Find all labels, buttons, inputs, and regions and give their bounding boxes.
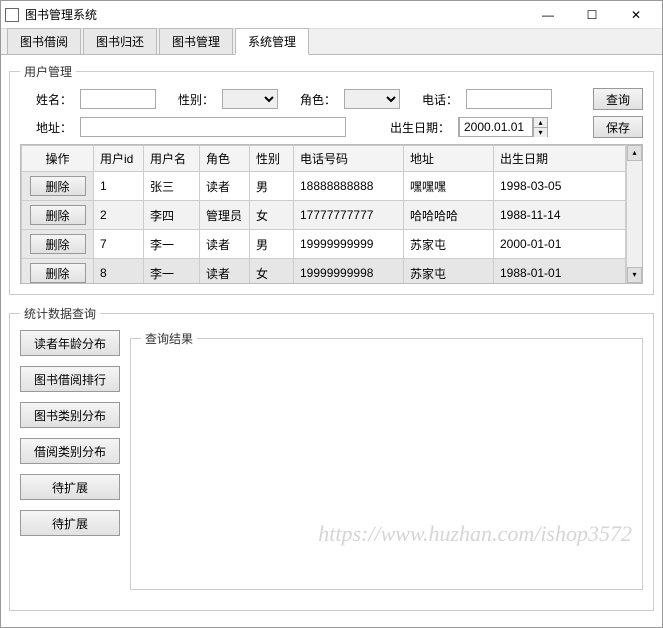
window-title: 图书管理系统 — [25, 6, 526, 23]
birth-date-input[interactable] — [459, 117, 533, 137]
delete-button[interactable]: 删除 — [30, 205, 86, 225]
delete-button[interactable]: 删除 — [30, 263, 86, 283]
col-phone: 电话号码 — [294, 146, 404, 172]
label-address: 地址： — [20, 119, 72, 136]
cell-id: 1 — [94, 172, 144, 201]
cell-gender: 女 — [250, 201, 294, 230]
app-icon — [5, 8, 19, 22]
phone-input[interactable] — [466, 89, 552, 109]
stats-button-3[interactable]: 借阅类别分布 — [20, 438, 120, 464]
stats-button-4[interactable]: 待扩展 — [20, 474, 120, 500]
tab-book-manage[interactable]: 图书管理 — [159, 28, 233, 55]
scroll-up-icon[interactable]: ▴ — [627, 145, 642, 161]
cell-id: 2 — [94, 201, 144, 230]
cell-address: 哈哈哈哈 — [404, 201, 494, 230]
cell-id: 8 — [94, 259, 144, 284]
role-select[interactable] — [344, 89, 400, 109]
table-row[interactable]: 删除 1张三读者男18888888888嘿嘿嘿1998-03-05 — [22, 172, 626, 201]
label-gender: 性别： — [162, 91, 214, 108]
cell-name: 张三 — [144, 172, 200, 201]
stats-legend: 统计数据查询 — [20, 305, 100, 322]
col-id: 用户id — [94, 146, 144, 172]
col-gender: 性别 — [250, 146, 294, 172]
tab-content: 用户管理 姓名： 性别： 角色： 电话： 查询 地址： 出生日期： — [1, 55, 662, 627]
query-button[interactable]: 查询 — [593, 88, 643, 110]
label-phone: 电话： — [406, 91, 458, 108]
cell-gender: 男 — [250, 230, 294, 259]
col-name: 用户名 — [144, 146, 200, 172]
spin-down-icon[interactable]: ▾ — [534, 128, 547, 137]
label-birth: 出生日期： — [378, 119, 450, 136]
stats-button-column: 读者年龄分布图书借阅排行图书类别分布借阅类别分布待扩展待扩展 — [20, 330, 120, 600]
cell-gender: 男 — [250, 172, 294, 201]
table-row[interactable]: 删除 7李一读者男19999999999苏家屯2000-01-01 — [22, 230, 626, 259]
form-row-1: 姓名： 性别： 角色： 电话： 查询 — [20, 88, 643, 110]
gender-select[interactable] — [222, 89, 278, 109]
form-row-2: 地址： 出生日期： ▴ ▾ 保存 — [20, 116, 643, 138]
delete-button[interactable]: 删除 — [30, 176, 86, 196]
col-birth: 出生日期 — [494, 146, 626, 172]
cell-phone: 19999999998 — [294, 259, 404, 284]
scroll-down-icon[interactable]: ▾ — [627, 267, 642, 283]
user-management-group: 用户管理 姓名： 性别： 角色： 电话： 查询 地址： 出生日期： — [9, 63, 654, 295]
col-op: 操作 — [22, 146, 94, 172]
minimize-button[interactable]: — — [526, 1, 570, 29]
stats-button-2[interactable]: 图书类别分布 — [20, 402, 120, 428]
app-window: 图书管理系统 — ☐ ✕ 图书借阅 图书归还 图书管理 系统管理 用户管理 姓名… — [0, 0, 663, 628]
cell-birth: 1998-03-05 — [494, 172, 626, 201]
cell-address: 苏家屯 — [404, 230, 494, 259]
birth-date-field[interactable]: ▴ ▾ — [458, 117, 548, 137]
tab-strip: 图书借阅 图书归还 图书管理 系统管理 — [1, 29, 662, 55]
user-management-legend: 用户管理 — [20, 63, 76, 80]
label-role: 角色： — [284, 91, 336, 108]
stats-button-5[interactable]: 待扩展 — [20, 510, 120, 536]
cell-birth: 2000-01-01 — [494, 230, 626, 259]
cell-name: 李一 — [144, 230, 200, 259]
table-row[interactable]: 删除 2李四管理员女17777777777哈哈哈哈1988-11-14 — [22, 201, 626, 230]
col-role: 角色 — [200, 146, 250, 172]
cell-role: 读者 — [200, 230, 250, 259]
close-button[interactable]: ✕ — [614, 1, 658, 29]
tab-book-return[interactable]: 图书归还 — [83, 28, 157, 55]
results-legend: 查询结果 — [141, 330, 197, 347]
name-input[interactable] — [80, 89, 156, 109]
table-scrollbar[interactable]: ▴ ▾ — [626, 145, 642, 283]
tab-book-borrow[interactable]: 图书借阅 — [7, 28, 81, 55]
spin-up-icon[interactable]: ▴ — [534, 118, 547, 128]
label-name: 姓名： — [20, 91, 72, 108]
cell-address: 苏家屯 — [404, 259, 494, 284]
cell-role: 读者 — [200, 259, 250, 284]
stats-button-1[interactable]: 图书借阅排行 — [20, 366, 120, 392]
cell-role: 读者 — [200, 172, 250, 201]
user-table-wrap: 操作 用户id 用户名 角色 性别 电话号码 地址 出生日期 删除1张三读者男1… — [20, 144, 643, 284]
delete-button[interactable]: 删除 — [30, 234, 86, 254]
cell-birth: 1988-01-01 — [494, 259, 626, 284]
cell-birth: 1988-11-14 — [494, 201, 626, 230]
maximize-button[interactable]: ☐ — [570, 1, 614, 29]
cell-role: 管理员 — [200, 201, 250, 230]
cell-phone: 18888888888 — [294, 172, 404, 201]
cell-id: 7 — [94, 230, 144, 259]
cell-phone: 17777777777 — [294, 201, 404, 230]
cell-name: 李一 — [144, 259, 200, 284]
results-group: 查询结果 — [130, 330, 643, 590]
col-address: 地址 — [404, 146, 494, 172]
user-table: 操作 用户id 用户名 角色 性别 电话号码 地址 出生日期 删除1张三读者男1… — [21, 145, 626, 283]
cell-name: 李四 — [144, 201, 200, 230]
table-header-row: 操作 用户id 用户名 角色 性别 电话号码 地址 出生日期 — [22, 146, 626, 172]
title-bar: 图书管理系统 — ☐ ✕ — [1, 1, 662, 29]
tab-system-manage[interactable]: 系统管理 — [235, 28, 309, 55]
stats-button-0[interactable]: 读者年龄分布 — [20, 330, 120, 356]
address-input[interactable] — [80, 117, 346, 137]
cell-address: 嘿嘿嘿 — [404, 172, 494, 201]
cell-phone: 19999999999 — [294, 230, 404, 259]
table-row[interactable]: 删除 8李一读者女19999999998苏家屯1988-01-01 — [22, 259, 626, 284]
save-button[interactable]: 保存 — [593, 116, 643, 138]
cell-gender: 女 — [250, 259, 294, 284]
stats-group: 统计数据查询 读者年龄分布图书借阅排行图书类别分布借阅类别分布待扩展待扩展 查询… — [9, 305, 654, 611]
